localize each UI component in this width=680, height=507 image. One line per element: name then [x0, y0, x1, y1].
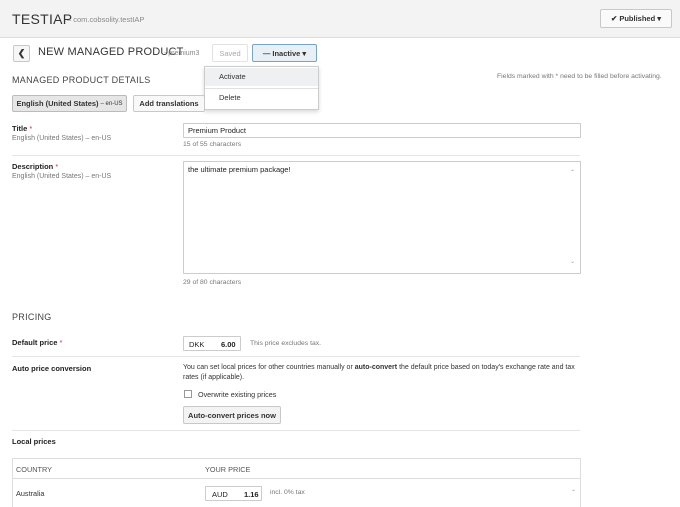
section-title-pricing: PRICING: [12, 312, 52, 322]
language-code: – en-US: [100, 100, 123, 107]
divider: [12, 155, 580, 156]
title-label-text: Title: [12, 124, 28, 133]
price-currency: DKK: [189, 340, 205, 349]
back-button[interactable]: ❮: [13, 45, 30, 62]
menu-item-delete[interactable]: Delete: [205, 89, 318, 107]
title-char-count: 15 of 55 characters: [183, 141, 242, 148]
title-language: English (United States) – en-US: [12, 135, 112, 142]
local-price-tax: incl. 0% tax: [270, 489, 305, 496]
required-fields-note: Fields marked with * need to be filled b…: [497, 73, 662, 80]
scroll-up-icon[interactable]: ⌃: [570, 169, 575, 176]
product-id: - premium3: [164, 50, 200, 57]
required-mark: *: [59, 338, 63, 347]
default-price-input[interactable]: DKK 6.00: [183, 336, 241, 351]
overwrite-prices-checkbox[interactable]: [184, 390, 192, 398]
price-tax-note: This price excludes tax.: [250, 340, 322, 347]
default-price-label-text: Default price: [12, 338, 58, 347]
menu-item-activate[interactable]: Activate: [205, 68, 318, 86]
price-amount: 6.00: [221, 340, 236, 349]
app-title: TESTIAP: [12, 11, 73, 27]
table-row-country: Australia: [16, 489, 45, 498]
saved-button[interactable]: Saved: [212, 44, 248, 62]
local-price-input[interactable]: AUD 1.16: [205, 486, 262, 501]
description-label-text: Description: [12, 162, 54, 171]
local-prices-label: Local prices: [12, 437, 56, 446]
auto-text-bold: auto-convert: [354, 364, 398, 371]
language-label: English (United States): [16, 99, 99, 108]
scroll-up-icon[interactable]: ⌃: [571, 489, 576, 496]
app-package-name: – com.cobsolity.testIAP: [67, 15, 145, 24]
column-header-price[interactable]: YOUR PRICE: [205, 465, 250, 474]
required-mark: *: [29, 124, 33, 133]
divider: [12, 430, 580, 431]
chevron-left-icon: ❮: [17, 48, 26, 58]
column-header-country[interactable]: COUNTRY: [16, 465, 52, 474]
description-label: Description *: [12, 162, 58, 171]
divider: [12, 356, 580, 357]
description-char-count: 29 of 80 characters: [183, 279, 242, 286]
section-title-details: MANAGED PRODUCT DETAILS: [12, 75, 151, 85]
title-input[interactable]: Premium Product: [183, 123, 581, 138]
scroll-down-icon[interactable]: ⌄: [570, 258, 575, 265]
local-price-currency: AUD: [212, 490, 228, 499]
auto-text: You can set local prices for other count…: [183, 364, 355, 371]
default-price-label: Default price *: [12, 338, 62, 347]
required-mark: *: [55, 162, 59, 171]
auto-conversion-description: You can set local prices for other count…: [183, 363, 583, 383]
published-status-button[interactable]: ✔ Published ▾: [600, 9, 672, 28]
page-title: NEW MANAGED PRODUCT: [38, 46, 184, 58]
description-textarea[interactable]: the ultimate premium package!: [183, 161, 581, 274]
auto-conversion-label: Auto price conversion: [12, 364, 92, 373]
language-tab-en-us[interactable]: English (United States) – en-US: [12, 95, 127, 112]
auto-convert-button[interactable]: Auto-convert prices now: [183, 406, 281, 424]
table-header-divider: [13, 478, 580, 479]
description-language: English (United States) – en-US: [12, 173, 112, 180]
title-label: Title *: [12, 124, 32, 133]
status-dropdown-button[interactable]: — Inactive ▾: [252, 44, 317, 62]
local-price-amount: 1.16: [244, 490, 259, 499]
overwrite-prices-label: Overwrite existing prices: [198, 390, 277, 399]
local-prices-table: [12, 458, 581, 507]
status-menu: Activate Delete: [204, 66, 319, 110]
add-translations-button[interactable]: Add translations: [133, 95, 205, 112]
